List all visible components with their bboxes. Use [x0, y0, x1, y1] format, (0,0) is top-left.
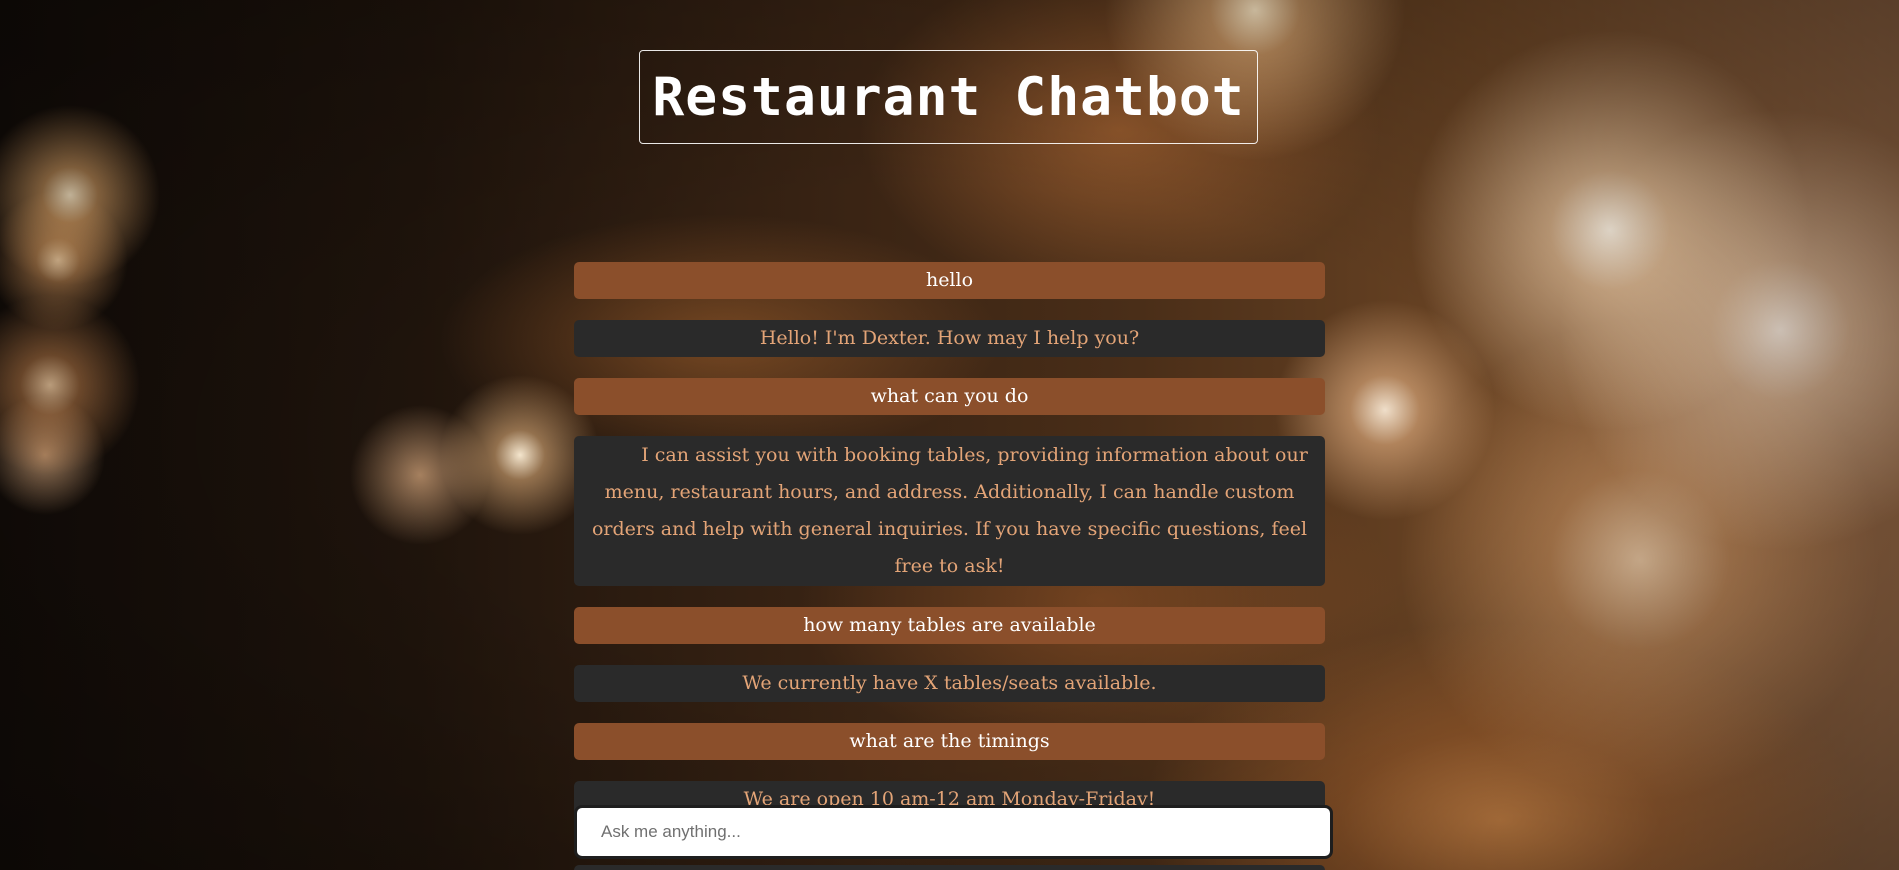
user-message: what can you do: [574, 378, 1325, 415]
bot-message: We currently have X tables/seats availab…: [574, 665, 1325, 702]
bot-message: Hello! I'm Dexter. How may I help you?: [574, 320, 1325, 357]
bot-message: I can assist you with booking tables, pr…: [574, 436, 1325, 586]
user-message: hello: [574, 262, 1325, 299]
user-message: how many tables are available: [574, 607, 1325, 644]
message-input[interactable]: [577, 808, 1330, 856]
send-button-edge[interactable]: [574, 865, 1325, 870]
message-input-container: [574, 805, 1333, 859]
user-message: what are the timings: [574, 723, 1325, 760]
chat-transcript: hello Hello! I'm Dexter. How may I help …: [574, 262, 1325, 839]
page-title: Restaurant Chatbot: [652, 66, 1245, 128]
title-banner: Restaurant Chatbot: [639, 50, 1258, 144]
